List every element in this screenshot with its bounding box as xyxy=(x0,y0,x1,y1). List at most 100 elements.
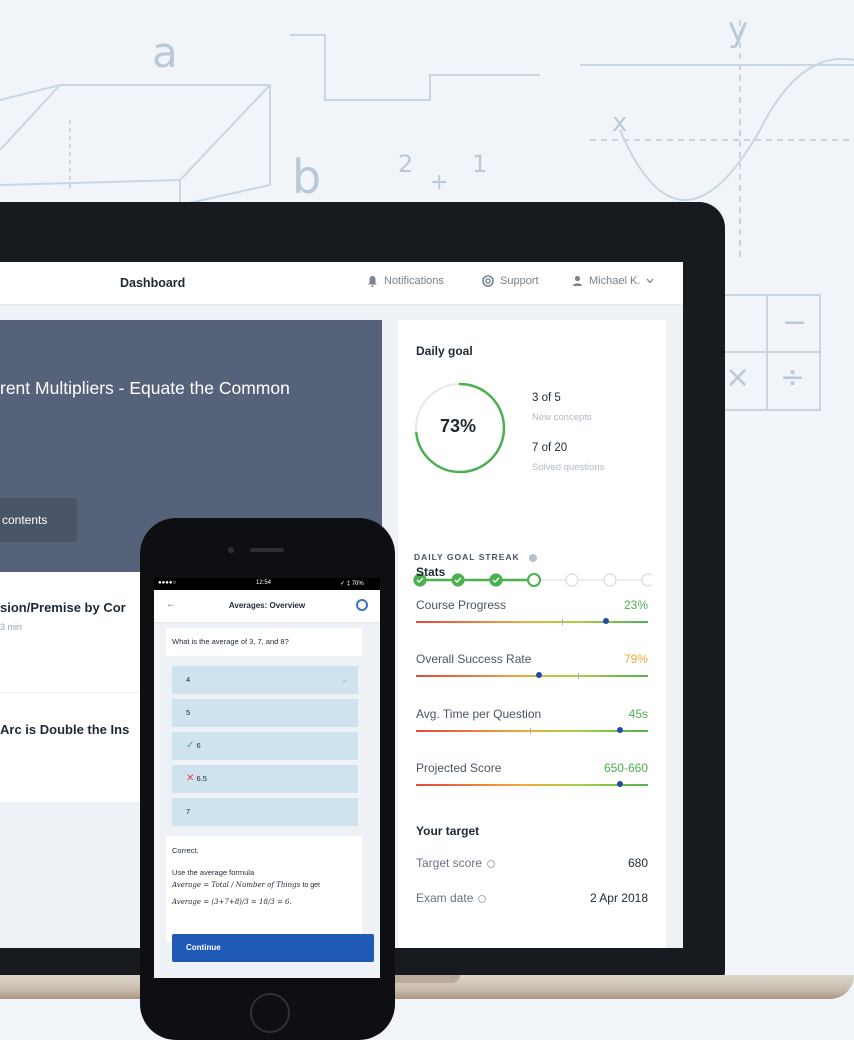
option-label: 4 xyxy=(186,675,191,684)
questions-label: Solved questions xyxy=(532,462,605,473)
streak-day-complete xyxy=(451,573,465,587)
contents-button[interactable]: contents xyxy=(0,498,77,542)
math-2: 2 xyxy=(398,150,414,178)
option-label: 6 xyxy=(196,741,201,750)
math-y: y xyxy=(728,10,749,50)
streak-heading: DAILY GOAL STREAK xyxy=(414,552,538,562)
cross-icon: ✕ xyxy=(186,773,195,784)
lifebuoy-icon xyxy=(482,275,494,287)
stats-heading: Stats xyxy=(416,565,446,579)
option-label: 6.5 xyxy=(196,774,207,783)
explanation-card: Correct. Use the average formula Average… xyxy=(166,836,362,942)
phone-speaker xyxy=(250,548,284,552)
user-menu[interactable]: Michael K. xyxy=(572,275,654,287)
stat-value: 23% xyxy=(623,598,648,612)
stat-value: 650-660 xyxy=(603,761,648,775)
info-icon[interactable] xyxy=(478,894,487,903)
stat-tick xyxy=(562,619,563,625)
exam-date-value: 2 Apr 2018 xyxy=(589,891,648,905)
streak-heading-text: DAILY GOAL STREAK xyxy=(414,552,520,562)
daily-goal-heading: Daily goal xyxy=(416,344,473,358)
bell-icon xyxy=(367,275,378,287)
math-minus: − xyxy=(782,305,808,340)
option-label: 5 xyxy=(186,708,191,717)
info-icon[interactable] xyxy=(529,553,538,562)
info-icon[interactable] xyxy=(487,859,496,868)
answer-option-wrong[interactable]: ✕ 6.5 xyxy=(172,765,358,793)
formula-line-2: Average = (3+7+8)/3 = 18/3 = 6. xyxy=(172,898,292,906)
math-times: × xyxy=(725,360,751,395)
concepts-label: New concepts xyxy=(532,412,592,423)
formula-1: Average = Total / Number of Things xyxy=(172,881,301,889)
signal-icon: ●●●●○ xyxy=(158,580,177,586)
lesson-title[interactable]: Arc is Double the Ins xyxy=(0,722,129,737)
target-score-label-text: Target score xyxy=(416,856,483,870)
page-title: Dashboard xyxy=(120,276,186,290)
top-bar: Dashboard Notifications Support Michael … xyxy=(0,262,683,305)
stat-marker xyxy=(603,618,610,624)
questions-value: 7 of 20 xyxy=(532,442,568,454)
streak-day-empty xyxy=(603,573,617,587)
support-link[interactable]: Support xyxy=(482,275,539,287)
math-divide: ÷ xyxy=(780,360,806,395)
option-content: ✓ 6 xyxy=(186,732,201,760)
exam-date-label-text: Exam date xyxy=(416,891,474,905)
stat-marker xyxy=(617,727,624,733)
streak-day-today xyxy=(527,573,541,587)
streak-day-empty xyxy=(641,573,652,587)
formula-1-suffix: to get xyxy=(302,882,320,889)
support-label: Support xyxy=(500,275,539,287)
streak-day-complete xyxy=(489,573,503,587)
stat-value: 79% xyxy=(623,652,648,666)
option-content: ✕ 6.5 xyxy=(186,765,207,793)
settings-icon[interactable] xyxy=(356,599,368,611)
answer-option[interactable]: 7 xyxy=(172,798,358,826)
progress-panel: Daily goal 73% 3 of 5 New concepts 7 of … xyxy=(398,320,666,948)
feedback-text: Use the average formula xyxy=(172,868,255,877)
notifications-link[interactable]: Notifications xyxy=(367,275,444,287)
check-icon: ✓ xyxy=(186,740,195,751)
stat-marker xyxy=(535,672,542,678)
continue-button[interactable]: Continue xyxy=(172,934,374,962)
formula-line-1: Average = Total / Number of Things to ge… xyxy=(172,881,320,889)
streak-tracker xyxy=(413,573,652,587)
stat-bar xyxy=(416,621,648,623)
user-icon xyxy=(572,275,583,287)
user-name: Michael K. xyxy=(589,275,641,287)
feedback-title: Correct. xyxy=(172,846,199,855)
math-b: b xyxy=(292,150,322,204)
phone-device: ●●●●○ 12:54 ✓ ‡ 70% ← Averages: Overview… xyxy=(140,518,395,1040)
answer-option[interactable]: 5 xyxy=(172,699,358,727)
stat-projected-score: Projected Score 650-660 xyxy=(416,761,648,801)
option-label: 7 xyxy=(186,807,191,816)
phone-screen: ●●●●○ 12:54 ✓ ‡ 70% ← Averages: Overview… xyxy=(154,578,380,978)
target-score-value: 680 xyxy=(627,856,648,870)
concepts-value: 3 of 5 xyxy=(532,392,561,404)
stat-tick xyxy=(578,673,579,679)
lesson-duration: 3 min xyxy=(0,622,23,632)
stat-label: Course Progress xyxy=(416,598,507,612)
lesson-title[interactable]: sion/Premise by Cor xyxy=(0,600,126,615)
stat-value: 45s xyxy=(628,707,648,721)
stat-tick xyxy=(530,728,531,734)
target-heading: Your target xyxy=(416,824,480,838)
stat-bar xyxy=(416,784,648,786)
answer-option-correct[interactable]: ✓ 6 xyxy=(172,732,358,760)
phone-camera xyxy=(228,547,234,553)
math-plus: + xyxy=(430,170,449,195)
chevron-down-icon xyxy=(646,278,654,284)
stat-marker xyxy=(617,781,624,787)
answer-option[interactable]: 4 ⌄ xyxy=(172,666,358,694)
math-1: 1 xyxy=(472,150,488,178)
status-time: 12:54 xyxy=(256,580,272,586)
phone-nav-bar: ← Averages: Overview xyxy=(154,590,380,623)
home-button[interactable] xyxy=(250,993,290,1033)
target-score-label: Target score xyxy=(416,856,496,870)
stat-label: Overall Success Rate xyxy=(416,652,532,666)
stat-label: Avg. Time per Question xyxy=(416,707,542,721)
question-text: What is the average of 3, 7, and 8? xyxy=(166,628,362,656)
hero-title: rent Multipliers - Equate the Common xyxy=(0,378,290,398)
stat-bar xyxy=(416,730,648,732)
exam-date-label: Exam date xyxy=(416,891,487,905)
stat-success-rate: Overall Success Rate 79% xyxy=(416,652,648,692)
